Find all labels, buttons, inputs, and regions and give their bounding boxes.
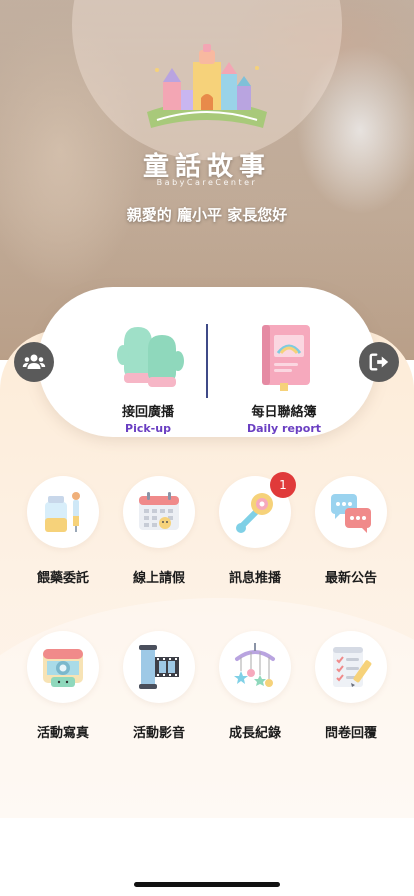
quick-actions-card: 接回廣播 Pick-up 每日聯絡簿 Daily report	[38, 287, 376, 437]
daily-report-label: 每日聯絡簿	[251, 405, 317, 420]
grid-label: 餵藥委託	[36, 571, 89, 586]
grid-icon-circle	[27, 476, 99, 548]
survey-reply-button[interactable]: 問卷回覆	[306, 631, 396, 751]
leave-request-button[interactable]: 線上請假	[114, 476, 204, 596]
grid-label: 問卷回覆	[324, 726, 377, 741]
announcements-button[interactable]: 最新公告	[306, 476, 396, 596]
chat-bubbles-icon	[331, 494, 371, 533]
grid-label: 活動影音	[132, 726, 185, 741]
grid-icon-circle	[315, 476, 387, 548]
logout-icon	[369, 353, 389, 371]
photos-button[interactable]: 活動寫真	[18, 631, 108, 751]
videos-button[interactable]: 活動影音	[114, 631, 204, 751]
brand-subtitle: BabyCareCenter	[156, 178, 258, 187]
film-icon	[139, 645, 179, 689]
greeting-text: 親愛的 龐小平 家長您好	[126, 206, 288, 224]
notebook-icon	[262, 325, 310, 391]
castle-logo-icon	[147, 44, 267, 128]
grid-label: 訊息推播	[228, 571, 281, 586]
users-icon	[22, 354, 46, 369]
grid-icon-circle	[123, 476, 195, 548]
medicine-request-button[interactable]: 餵藥委託	[18, 476, 108, 596]
daily-report-sublabel: Daily report	[246, 422, 322, 435]
grid-label: 活動寫真	[36, 726, 89, 741]
grid-icon-circle	[123, 631, 195, 703]
growth-records-button[interactable]: 成長紀錄	[210, 631, 300, 751]
grid-label: 成長紀錄	[228, 726, 281, 741]
checklist-icon	[333, 647, 372, 687]
camera-icon	[43, 649, 83, 687]
notification-badge: 1	[270, 472, 296, 498]
grid-icon-circle	[315, 631, 387, 703]
grid-label: 最新公告	[324, 571, 377, 586]
daily-report-button[interactable]: 每日聯絡簿 Daily report	[204, 287, 364, 437]
medicine-icon	[45, 492, 80, 532]
home-indicator[interactable]	[134, 882, 280, 887]
calendar-icon	[139, 492, 179, 530]
grid-label: 線上請假	[132, 571, 185, 586]
baby-mobile-icon	[234, 643, 275, 687]
grid-icon-circle	[27, 631, 99, 703]
logout-button[interactable]	[359, 342, 399, 382]
switch-child-button[interactable]	[14, 342, 54, 382]
notifications-button[interactable]: 1 訊息推播	[210, 472, 300, 596]
grid-icon-circle	[219, 631, 291, 703]
mittens-icon	[117, 327, 184, 387]
